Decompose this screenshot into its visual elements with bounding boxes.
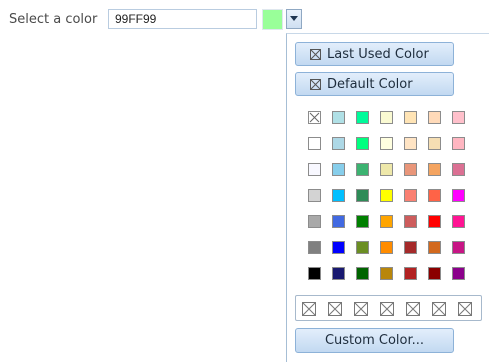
recent-color-slot[interactable]: [302, 301, 316, 316]
recent-color-slot[interactable]: [458, 301, 472, 316]
last-used-color-label: Last Used Color: [327, 47, 429, 62]
no-color-icon: [310, 79, 321, 90]
no-color-icon: [406, 302, 420, 316]
color-swatch[interactable]: [308, 215, 321, 228]
color-swatch[interactable]: [452, 189, 465, 202]
recent-colors-row: [295, 295, 482, 321]
color-swatch[interactable]: [380, 189, 393, 202]
color-swatch[interactable]: [356, 111, 369, 124]
recent-color-slot[interactable]: [432, 301, 446, 316]
color-swatch[interactable]: [332, 163, 345, 176]
color-field-label: Select a color: [9, 12, 98, 27]
no-color-icon: [302, 302, 316, 316]
color-swatch[interactable]: [452, 241, 465, 254]
color-swatch[interactable]: [380, 163, 393, 176]
color-swatch[interactable]: [428, 137, 441, 150]
color-swatch[interactable]: [332, 137, 345, 150]
color-swatch[interactable]: [308, 267, 321, 280]
color-swatch[interactable]: [356, 241, 369, 254]
no-color-icon: [309, 112, 320, 123]
color-swatch[interactable]: [404, 241, 417, 254]
color-swatch[interactable]: [332, 215, 345, 228]
color-swatch[interactable]: [332, 111, 345, 124]
color-swatch[interactable]: [308, 137, 321, 150]
color-hex-input[interactable]: [108, 9, 257, 29]
color-swatch[interactable]: [308, 241, 321, 254]
custom-color-button[interactable]: Custom Color...: [295, 328, 454, 353]
color-dropdown-button[interactable]: [286, 9, 302, 29]
color-swatch[interactable]: [332, 267, 345, 280]
color-swatch[interactable]: [308, 189, 321, 202]
color-swatch[interactable]: [356, 163, 369, 176]
no-color-icon: [432, 302, 446, 316]
color-swatch[interactable]: [404, 267, 417, 280]
default-color-label: Default Color: [327, 77, 413, 92]
no-color-icon: [310, 49, 321, 60]
color-swatch[interactable]: [356, 215, 369, 228]
default-color-button[interactable]: Default Color: [295, 72, 454, 96]
color-swatch[interactable]: [380, 137, 393, 150]
color-swatch[interactable]: [404, 137, 417, 150]
color-swatch[interactable]: [356, 267, 369, 280]
color-preview-swatch: [262, 9, 283, 30]
no-color-icon: [354, 302, 368, 316]
color-swatch[interactable]: [428, 189, 441, 202]
no-color-icon: [458, 302, 472, 316]
color-swatch[interactable]: [428, 215, 441, 228]
color-swatch[interactable]: [404, 163, 417, 176]
color-swatch[interactable]: [356, 189, 369, 202]
color-picker-popup: Last Used Color Default Color Custom Col…: [286, 33, 489, 362]
color-swatch[interactable]: [452, 267, 465, 280]
color-swatch[interactable]: [452, 137, 465, 150]
color-swatch[interactable]: [308, 163, 321, 176]
color-swatch[interactable]: [452, 163, 465, 176]
color-swatch[interactable]: [428, 111, 441, 124]
color-swatch[interactable]: [452, 111, 465, 124]
color-swatch[interactable]: [428, 267, 441, 280]
no-color-icon: [380, 302, 394, 316]
color-swatch[interactable]: [452, 215, 465, 228]
chevron-down-icon: [290, 16, 298, 21]
recent-color-slot[interactable]: [406, 301, 420, 316]
no-color-icon: [328, 302, 342, 316]
color-swatch[interactable]: [428, 163, 441, 176]
color-swatch[interactable]: [380, 267, 393, 280]
color-swatch[interactable]: [380, 241, 393, 254]
last-used-color-button[interactable]: Last Used Color: [295, 42, 454, 66]
recent-color-slot[interactable]: [380, 301, 394, 316]
color-swatch[interactable]: [404, 189, 417, 202]
color-swatch[interactable]: [404, 215, 417, 228]
color-swatch[interactable]: [404, 111, 417, 124]
color-swatch[interactable]: [380, 215, 393, 228]
color-swatch[interactable]: [356, 137, 369, 150]
color-swatch[interactable]: [308, 111, 321, 124]
color-swatch[interactable]: [428, 241, 441, 254]
recent-color-slot[interactable]: [354, 301, 368, 316]
color-swatch[interactable]: [332, 241, 345, 254]
color-swatch[interactable]: [332, 189, 345, 202]
color-swatch[interactable]: [380, 111, 393, 124]
recent-color-slot[interactable]: [328, 301, 342, 316]
